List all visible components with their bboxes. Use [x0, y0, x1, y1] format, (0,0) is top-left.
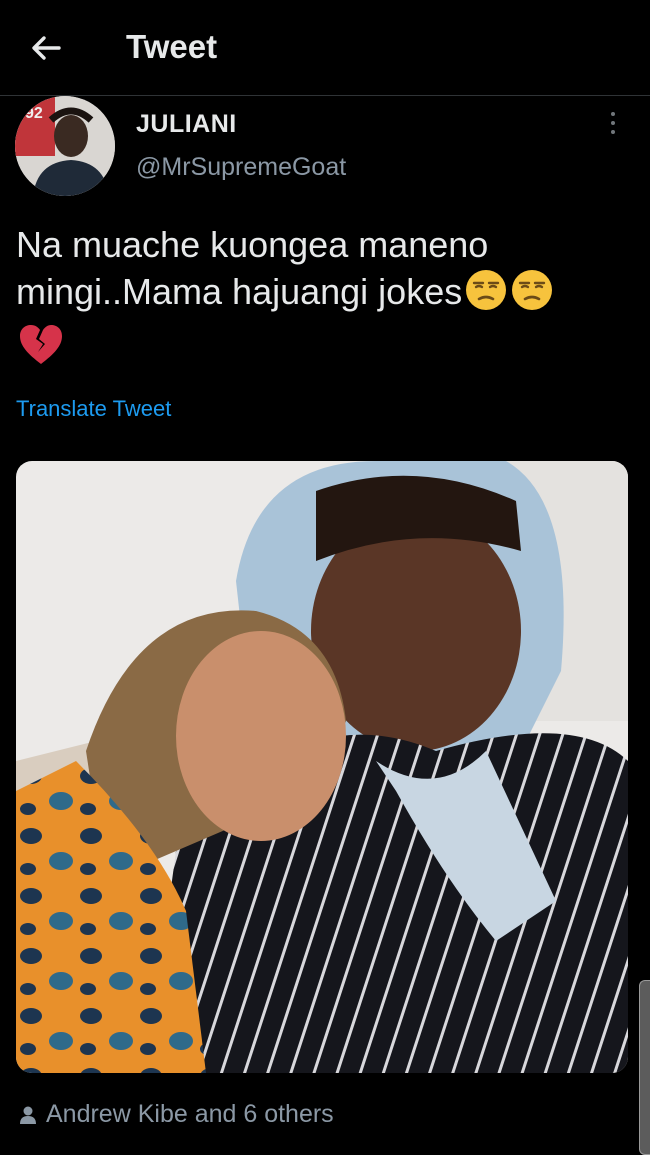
tweet-text-line-1: Na muache kuongea maneno: [16, 224, 489, 265]
author-handle[interactable]: @MrSupremeGoat: [136, 153, 346, 182]
tweet-photo[interactable]: [16, 461, 628, 1073]
tweet-text-line-2: mingi..Mama hajuangi jokes: [16, 268, 626, 323]
more-dot-icon: [611, 112, 615, 116]
unamused-face-icon: [510, 268, 554, 323]
unamused-face-icon: [464, 268, 508, 323]
tweet-text: Na muache kuongea maneno mingi..Mama haj…: [16, 222, 626, 377]
scrollbar-thumb[interactable]: [639, 980, 650, 1155]
more-dot-icon: [611, 121, 615, 125]
tweet-text-line-2-text: mingi..Mama hajuangi jokes: [16, 271, 463, 312]
tweet-text-line-3: [16, 323, 626, 377]
more-options-button[interactable]: [600, 108, 626, 138]
avatar-badge-text: 92: [25, 105, 43, 122]
person-icon: [20, 1106, 36, 1124]
avatar[interactable]: 92: [15, 96, 115, 196]
page-title: Tweet: [126, 28, 218, 65]
photo-image: [16, 461, 628, 1073]
avatar-image: 92: [15, 96, 115, 196]
broken-heart-icon: [18, 324, 64, 377]
top-bar: Tweet: [0, 0, 650, 96]
more-dot-icon: [611, 130, 615, 134]
back-button[interactable]: [24, 26, 68, 70]
liked-by-row[interactable]: Andrew Kibe and 6 others: [18, 1100, 334, 1129]
arrow-left-icon: [32, 36, 61, 60]
translate-tweet-link[interactable]: Translate Tweet: [16, 396, 171, 422]
liked-by-text: Andrew Kibe and 6 others: [46, 1100, 334, 1128]
author-name[interactable]: JULIANI: [136, 110, 237, 139]
